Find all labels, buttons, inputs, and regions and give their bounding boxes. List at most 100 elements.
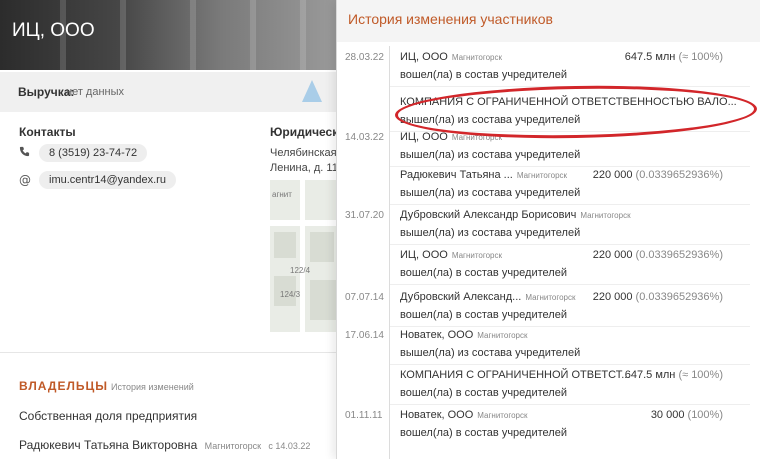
entry-action: вошел(ла) в состав учредителей xyxy=(400,309,567,321)
map-block xyxy=(310,232,334,262)
phone-value[interactable]: 8 (3519) 23-74-72 xyxy=(39,144,148,162)
entry-participant-name[interactable]: Новатек, ООО xyxy=(400,409,473,421)
entry-amount-value: 647.5 млн xyxy=(624,369,676,381)
entry-amount-percent: (≈ 100%) xyxy=(678,51,723,63)
entry-action-text: вошел(ла) в состав учредителей xyxy=(400,387,567,399)
entry-date: 14.03.22 xyxy=(345,132,384,143)
history-entry[interactable]: 17.06.14 Новатек, ООО Магнитогорск вышел(л… xyxy=(337,327,760,367)
entry-participant-name[interactable]: Радюкевич Татьяна ... xyxy=(400,169,513,181)
entry-action-text: вышел(ла) из состава учредителей xyxy=(400,149,581,161)
entry-action-text: вышел(ла) из состава учредителей xyxy=(400,347,581,359)
entry-participant-name[interactable]: ИЦ, ООО xyxy=(400,51,448,63)
history-entry[interactable]: 31.07.20 Дубровский Александр Борисович Ма… xyxy=(337,207,760,247)
entry-amount: 220 000 (0.0339652936%) xyxy=(593,249,723,261)
entry-amount: 647.5 млн (≈ 100%) xyxy=(625,51,723,63)
entry-amount-percent: (≈ 100%) xyxy=(678,369,723,381)
entry-separator xyxy=(390,244,750,245)
entry-amount-percent: (0.0339652936%) xyxy=(635,291,723,303)
entry-participant-name[interactable]: КОМПАНИЯ С ОГРАНИЧЕННОЙ ОТВЕТСТ... xyxy=(400,369,630,381)
entry-participant-city: Магнитогорск xyxy=(477,331,528,340)
entry-date: 07.07.14 xyxy=(345,292,384,303)
history-entry[interactable]: ИЦ, ООО Магнитогорск 220 000 (0.0339652936… xyxy=(337,247,760,287)
history-entry[interactable]: Радюкевич Татьяна ... Магнитогорск 220 000… xyxy=(337,167,760,207)
entry-action-text: вышел(ла) из состава учредителей xyxy=(400,187,581,199)
history-entry[interactable]: 28.03.22 ИЦ, ООО Магнитогорск 647.5 млн (≈ … xyxy=(337,49,760,89)
entry-action-text: вышел(ла) из состава учредителей xyxy=(400,227,581,239)
map-road xyxy=(300,180,305,332)
entry-amount: 30 000 (100%) xyxy=(651,409,723,421)
owner-row[interactable]: Радюкевич Татьяна Викторовна Магнитогорс… xyxy=(19,438,310,452)
panel-header: История изменения участников xyxy=(337,0,760,42)
entry-action: вышел(ла) из состава учредителей xyxy=(400,149,580,161)
entry-amount-value: 30 000 xyxy=(650,409,685,421)
map-label: 124/3 xyxy=(280,290,301,299)
entry-participant-city: Магнитогорск xyxy=(451,53,502,62)
entry-date: 17.06.14 xyxy=(345,330,384,341)
legal-address: Челябинская Ленина, д. 11 xyxy=(270,146,338,176)
map-block xyxy=(274,232,296,258)
phone-row[interactable]: 8 (3519) 23-74-72 xyxy=(19,143,148,163)
owner-city: Магнитогорск xyxy=(204,441,262,451)
entry-separator xyxy=(390,404,750,405)
entry-action: вышел(ла) из состава учредителей xyxy=(400,227,580,239)
legal-address-line1: Челябинская xyxy=(270,147,337,159)
entry-action: вошел(ла) в состав учредителей xyxy=(400,267,567,279)
phone-icon xyxy=(19,146,35,160)
email-row[interactable]: @ imu.centr14@yandex.ru xyxy=(19,170,176,190)
history-entry[interactable]: 01.11.11 Новатек, ООО Магнитогорск 30 000 (… xyxy=(337,407,760,447)
entry-participant-city: Магнитогорск xyxy=(477,411,528,420)
owner-since: с 14.03.22 xyxy=(268,441,311,451)
revenue-value: нет данных xyxy=(66,86,125,98)
entry-action: вошел(ла) в состав учредителей xyxy=(400,427,567,439)
entry-action-text: вошел(ла) в состав учредителей xyxy=(400,69,567,81)
entry-participant[interactable]: ИЦ, ООО Магнитогорск xyxy=(400,249,502,261)
entry-amount-value: 220 000 xyxy=(592,249,633,261)
owner-name[interactable]: Радюкевич Татьяна Викторовна xyxy=(19,438,197,452)
entry-amount-percent: (0.0339652936%) xyxy=(635,169,723,181)
entry-participant-name[interactable]: Новатек, ООО xyxy=(400,329,473,341)
header-building-stripe xyxy=(250,0,256,70)
entry-action: вышел(ла) из состава учредителей xyxy=(400,347,580,359)
address-map[interactable]: агнит 122/4 124/3 xyxy=(270,180,340,332)
entry-participant[interactable]: Радюкевич Татьяна ... Магнитогорск xyxy=(400,169,567,181)
entry-amount: 220 000 (0.0339652936%) xyxy=(593,291,723,303)
contacts-title: Контакты xyxy=(19,125,76,139)
own-share-label: Собственная доля предприятия xyxy=(19,409,198,423)
entry-action: вошел(ла) в состав учредителей xyxy=(400,69,567,81)
owners-title: ВЛАДЕЛЬЦЫ xyxy=(19,379,109,393)
entry-participant-city: Магнитогорск xyxy=(525,293,576,302)
entry-separator xyxy=(390,204,750,205)
panel-title: История изменения участников xyxy=(348,11,553,27)
entry-participant-city: Магнитогорск xyxy=(516,171,568,180)
history-entry[interactable]: КОМПАНИЯ С ОГРАНИЧЕННОЙ ОТВЕТСТ... 647.5 … xyxy=(337,367,760,407)
entry-participant[interactable]: КОМПАНИЯ С ОГРАНИЧЕННОЙ ОТВЕТСТ... xyxy=(400,369,634,381)
entry-participant-name[interactable]: ИЦ, ООО xyxy=(400,131,448,143)
entry-participant-name[interactable]: Дубровский Александр Борисович xyxy=(400,209,576,221)
legal-address-line2: Ленина, д. 11 xyxy=(270,162,338,174)
entry-action: вошел(ла) в состав учредителей xyxy=(400,387,567,399)
entry-date: 31.07.20 xyxy=(345,210,384,221)
entry-amount: 220 000 (0.0339652936%) xyxy=(593,169,723,181)
entry-participant[interactable]: Новатек, ООО Магнитогорск xyxy=(400,329,527,341)
entry-participant[interactable]: Дубровский Александ... Магнитогорск xyxy=(400,291,576,303)
history-entry[interactable]: 07.07.14 Дубровский Александ... Магнитогор… xyxy=(337,289,760,329)
map-label: агнит xyxy=(272,190,292,199)
entry-date: 28.03.22 xyxy=(345,52,384,63)
entry-participant-name[interactable]: ИЦ, ООО xyxy=(400,249,448,261)
entry-date: 01.11.11 xyxy=(345,410,383,421)
entry-participant[interactable]: ИЦ, ООО Магнитогорск xyxy=(400,51,502,63)
entry-amount-value: 647.5 млн xyxy=(624,51,676,63)
email-value[interactable]: imu.centr14@yandex.ru xyxy=(39,171,176,189)
entry-participant[interactable]: Новатек, ООО Магнитогорск xyxy=(400,409,527,421)
entry-amount-percent: (100%) xyxy=(687,409,723,421)
entry-participant[interactable]: Дубровский Александр Борисович Магнитогор… xyxy=(400,209,631,221)
map-road xyxy=(270,220,340,226)
entry-participant-name[interactable]: Дубровский Александ... xyxy=(400,291,521,303)
entry-action-text: вошел(ла) в состав учредителей xyxy=(400,267,567,279)
at-sign-icon: @ xyxy=(19,173,31,187)
section-divider xyxy=(0,352,340,353)
owners-history-link[interactable]: История изменений xyxy=(111,382,194,392)
entry-action: вышел(ла) из состава учредителей xyxy=(400,187,580,199)
company-header: ИЦ, ООО xyxy=(0,0,340,70)
entry-amount-percent: (0.0339652936%) xyxy=(635,249,723,261)
